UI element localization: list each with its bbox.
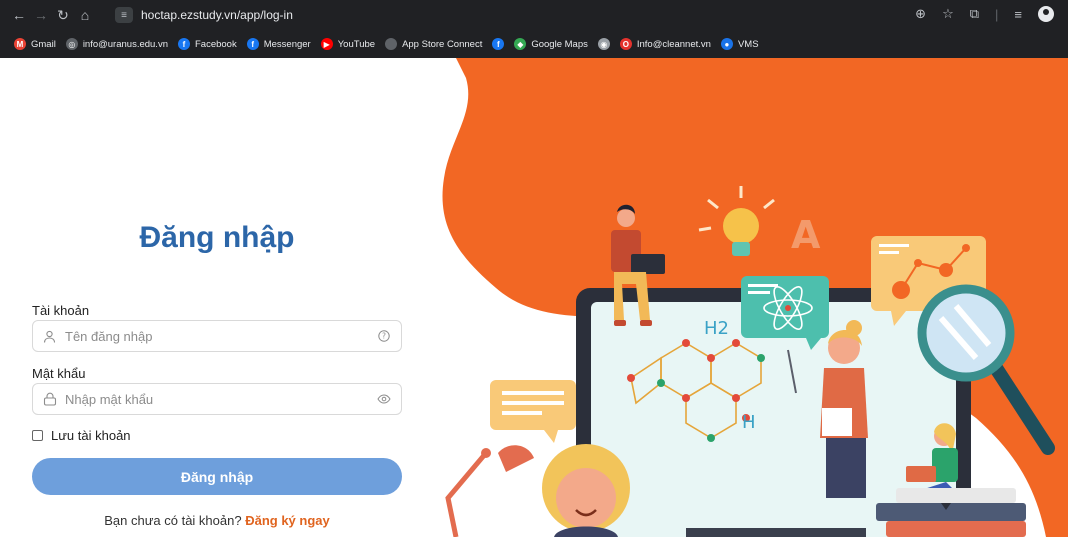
signup-link[interactable]: Đăng ký ngay [245,513,330,528]
bookmark-item[interactable]: O Info@cleannet.vn [619,38,711,50]
bookmark-star-icon[interactable]: ☆ [942,6,954,22]
login-button[interactable]: Đăng nhập [32,458,402,495]
help-icon[interactable]: ? [377,329,391,343]
bookmark-item[interactable]: ◎ info@uranus.edu.vn [65,38,168,50]
extensions-icon[interactable]: ⧉ [970,6,979,22]
facebook-icon: f [492,38,505,50]
bookmark-label: Info@cleannet.vn [636,38,711,50]
username-placeholder: Tên đăng nhập [65,328,153,344]
h-label: H [742,412,756,433]
bookmark-item[interactable]: f Messenger [246,38,311,50]
remember-checkbox[interactable] [32,430,43,441]
home-icon[interactable]: ⌂ [74,7,96,23]
youtube-icon: ▶ [320,38,333,50]
password-label: Mật khẩu [32,366,86,381]
bookmark-item[interactable]: App Store Connect [385,38,482,50]
gmail-icon: M [14,38,26,50]
letter-a: A [791,213,821,257]
lock-icon [43,392,59,406]
page-title: Đăng nhập [139,221,295,254]
bookmarks-bar: M Gmail ◎ info@uranus.edu.vn f Facebook f Messe… [0,30,1068,58]
browser-toolbar: ← → ↻ ⌂ ≡ hoctap.ezstudy.vn/app/log-in ⊕… [0,0,1068,30]
signup-text: Bạn chưa có tài khoản? [104,513,242,528]
bookmark-label: App Store Connect [402,38,483,50]
bookmark-item[interactable]: ● VMS [720,38,759,50]
globe-icon: ◉ [597,38,610,50]
svg-text:?: ? [382,332,386,341]
bookmark-label: info@uranus.edu.vn [82,38,168,50]
user-icon [43,330,59,343]
maps-icon: ◆ [514,38,527,50]
bookmark-label: Facebook [194,38,237,50]
address-bar[interactable]: ≡ hoctap.ezstudy.vn/app/log-in [115,4,968,26]
study-illustration: H2 H A [442,58,1068,537]
login-page: Đăng nhập Tài khoản Tên đăng nhập ? Mật … [0,58,1068,537]
site-icon: ◎ [65,38,78,50]
vms-icon: ● [720,38,733,50]
desk-lamp [445,445,534,537]
forward-icon[interactable]: → [30,7,52,23]
bookmark-label: VMS [737,38,759,50]
book-stack [876,488,1026,537]
username-field[interactable]: Tên đăng nhập ? [32,320,402,352]
facebook-icon: f [246,38,259,50]
login-form: Đăng nhập Tài khoản Tên đăng nhập ? Mật … [32,58,402,537]
bookmark-item[interactable]: M Gmail [14,38,56,50]
toolbar-divider: | [995,6,999,22]
site-settings-icon[interactable]: ≡ [115,7,133,23]
media-control-icon[interactable]: ≡ [1014,7,1022,22]
bookmark-label: YouTube [337,38,376,50]
bookmark-label: Gmail [31,38,56,50]
apple-icon [385,38,398,50]
remember-label: Lưu tài khoản [51,428,131,443]
bookmark-item[interactable]: f Facebook [177,38,237,50]
reload-icon[interactable]: ↻ [52,7,74,24]
bookmark-item[interactable]: ◆ Google Maps [514,38,588,50]
h2-label: H2 [704,318,729,339]
password-placeholder: Nhập mật khẩu [65,391,154,407]
account-label: Tài khoản [32,303,90,318]
bookmark-label: Messenger [263,38,311,50]
back-icon[interactable]: ← [8,7,30,23]
signup-prompt: Bạn chưa có tài khoản? Đăng ký ngay [32,513,402,528]
bookmark-item[interactable]: ◉ [597,38,610,50]
facebook-icon: f [177,38,190,50]
bookmark-item[interactable]: ▶ YouTube [320,38,376,50]
remember-account[interactable]: Lưu tài khoản [32,428,131,443]
password-field[interactable]: Nhập mật khẩu [32,383,402,415]
speech-bubble [490,380,576,443]
bookmark-label: Google Maps [531,38,588,50]
bookmark-item[interactable]: f [492,38,505,50]
opera-icon: O [619,38,632,50]
profile-icon[interactable] [1038,6,1054,22]
zoom-icon[interactable]: ⊕ [915,6,926,22]
url-text: hoctap.ezstudy.vn/app/log-in [141,8,293,22]
eye-icon[interactable] [377,392,391,406]
